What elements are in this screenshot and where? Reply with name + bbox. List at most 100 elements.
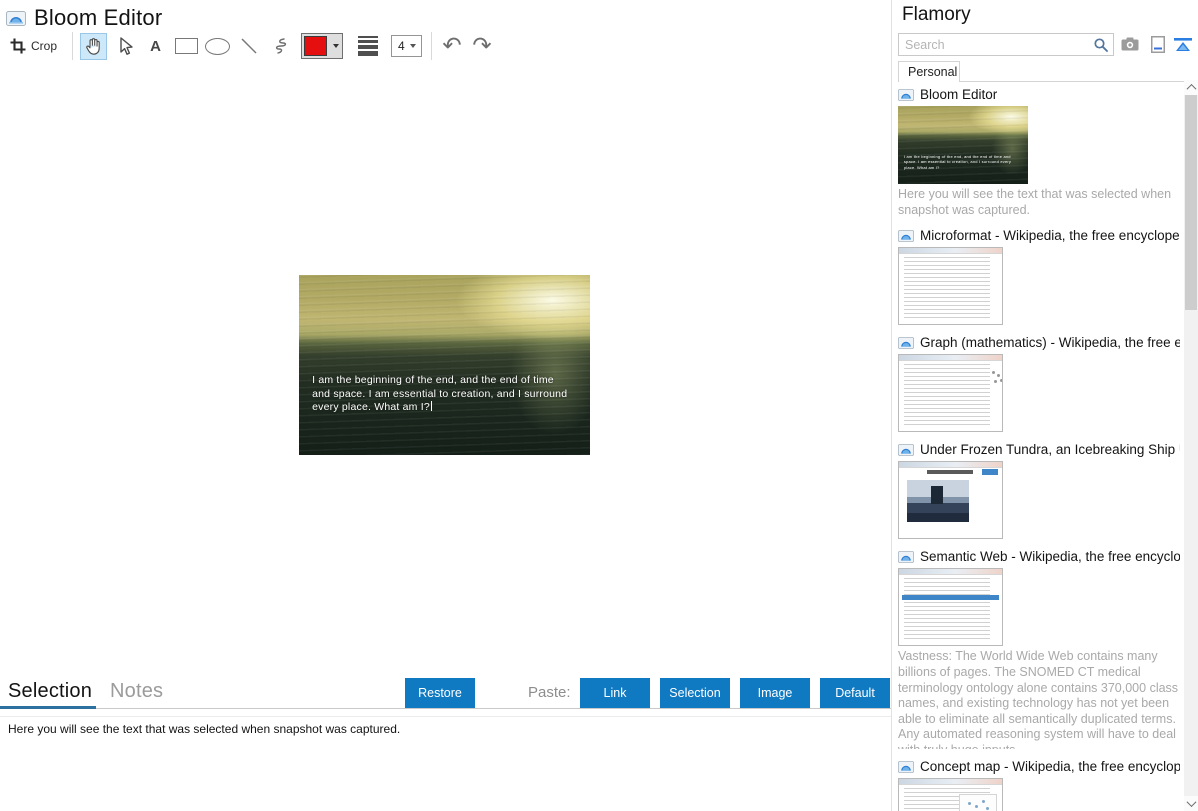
text-tool-icon: A [150, 38, 161, 55]
tab-selection[interactable]: Selection [8, 680, 92, 703]
flamory-item-icon [898, 444, 914, 456]
browser-chrome [899, 248, 1002, 254]
cursor-icon [116, 36, 134, 56]
paste-default-button[interactable]: Default [820, 678, 890, 708]
line-thickness-button[interactable] [351, 33, 385, 60]
list-item[interactable]: Concept map - Wikipedia, the free encycl… [898, 758, 1180, 811]
page-title: Bloom Editor [34, 5, 162, 31]
ellipse-tool-button[interactable] [204, 33, 231, 60]
browser-chrome [899, 355, 1002, 361]
search-input[interactable] [899, 34, 1113, 55]
item-title: Concept map - Wikipedia, the free encycl… [920, 759, 1180, 774]
item-thumbnail[interactable] [898, 568, 1003, 646]
bloom-editor-window: Bloom Editor Crop [0, 0, 1198, 811]
collapse-panel-icon[interactable] [1173, 35, 1193, 53]
search-box [898, 33, 1114, 56]
news-button [982, 469, 998, 475]
item-title: Under Frozen Tundra, an Icebreaking Ship… [920, 442, 1180, 457]
freehand-tool-button[interactable] [266, 33, 293, 60]
line-icon [239, 36, 259, 56]
undo-button[interactable]: ↶ [438, 33, 466, 60]
list-item[interactable]: Under Frozen Tundra, an Icebreaking Ship… [898, 441, 1180, 539]
search-icon[interactable] [1093, 37, 1109, 53]
rectangle-tool-button[interactable] [173, 33, 200, 60]
sidebar-title: Flamory [902, 4, 971, 26]
flamory-item-icon [898, 337, 914, 349]
selection-placeholder-text: Here you will see the text that was sele… [8, 722, 400, 736]
page-text-lines [904, 364, 990, 427]
color-swatch [304, 36, 327, 56]
page-text-lines [904, 257, 990, 320]
list-item[interactable]: Semantic Web - Wikipedia, the free encyc… [898, 548, 1180, 749]
flamory-item-icon [898, 551, 914, 563]
hand-icon [84, 36, 103, 56]
browser-chrome [899, 569, 1002, 575]
flamory-item-icon [898, 89, 914, 101]
scroll-down-button[interactable] [1184, 796, 1198, 811]
canvas-image[interactable]: I am the beginning of the end, and the e… [299, 275, 590, 455]
snapshot-camera-icon[interactable] [1120, 35, 1140, 53]
color-dropdown-button[interactable] [329, 34, 342, 58]
editor-pane: Bloom Editor Crop [0, 0, 891, 811]
select-tool-button[interactable] [111, 33, 138, 60]
browser-chrome [899, 462, 1002, 468]
item-description: Here you will see the text that was sele… [898, 187, 1180, 218]
item-thumbnail[interactable] [898, 354, 1003, 432]
item-thumbnail[interactable] [898, 247, 1003, 325]
scrollbar-thumb[interactable] [1185, 95, 1197, 310]
sidebar-scrollbar[interactable] [1184, 80, 1198, 811]
chevron-down-icon [333, 44, 339, 48]
toolbar-separator [72, 32, 73, 60]
pan-tool-button[interactable] [80, 33, 107, 60]
paste-selection-button[interactable]: Selection [660, 678, 730, 708]
text-caret [431, 401, 432, 411]
tab-personal[interactable]: Personal [898, 61, 960, 82]
chevron-up-icon [1186, 84, 1196, 94]
undo-icon: ↶ [442, 35, 461, 58]
stroke-color-picker[interactable] [301, 33, 343, 59]
item-thumbnail[interactable]: I am the beginning of the end, and the e… [898, 106, 1028, 184]
size-dropdown[interactable]: 4 [391, 35, 422, 57]
list-item[interactable]: Bloom Editor I am the beginning of the e… [898, 86, 1180, 218]
line-tool-button[interactable] [235, 33, 262, 60]
chevron-down-icon [1186, 797, 1196, 807]
size-value: 4 [398, 39, 405, 53]
list-item[interactable]: Microformat - Wikipedia, the free encycl… [898, 227, 1180, 325]
highlighted-text-bar [902, 595, 999, 600]
item-thumbnail[interactable] [898, 778, 1003, 811]
divider [0, 716, 891, 717]
item-thumbnail[interactable] [898, 461, 1003, 539]
list-item[interactable]: Graph (mathematics) - Wikipedia, the fre… [898, 334, 1180, 432]
paste-link-button[interactable]: Link [580, 678, 650, 708]
paste-image-button[interactable]: Image [740, 678, 810, 708]
item-title: Bloom Editor [920, 87, 997, 102]
crop-button[interactable]: Crop [8, 33, 67, 60]
selection-tab-underline [0, 706, 96, 709]
restore-button[interactable]: Restore [405, 678, 475, 708]
concept-map-diagram [959, 794, 997, 811]
freehand-squiggle-icon [271, 36, 289, 56]
crop-button-label: Crop [31, 39, 57, 53]
news-masthead [927, 470, 973, 474]
flamory-sidebar: Flamory [891, 0, 1198, 811]
line-thickness-icon [358, 36, 378, 56]
redo-icon: ↷ [472, 35, 491, 58]
snapshot-list: Bloom Editor I am the beginning of the e… [898, 86, 1180, 811]
title-bar: Bloom Editor [6, 5, 162, 31]
scroll-up-button[interactable] [1184, 80, 1198, 95]
chevron-down-icon [410, 44, 416, 48]
browser-chrome [899, 779, 1002, 785]
item-description: Vastness: The World Wide Web contains ma… [898, 649, 1180, 749]
notes-document-icon[interactable] [1148, 35, 1168, 53]
tab-notes[interactable]: Notes [110, 680, 163, 703]
text-tool-button[interactable]: A [142, 33, 169, 60]
item-title: Microformat - Wikipedia, the free encycl… [920, 228, 1180, 243]
image-text-annotation[interactable]: I am the beginning of the end, and the e… [312, 374, 571, 416]
redo-button[interactable]: ↷ [468, 33, 496, 60]
item-title: Semantic Web - Wikipedia, the free encyc… [920, 549, 1180, 564]
toolbar-separator [431, 32, 432, 60]
page-text-lines [904, 578, 990, 641]
flamory-item-icon [898, 230, 914, 242]
ellipse-icon [205, 38, 230, 55]
rectangle-icon [175, 38, 198, 54]
